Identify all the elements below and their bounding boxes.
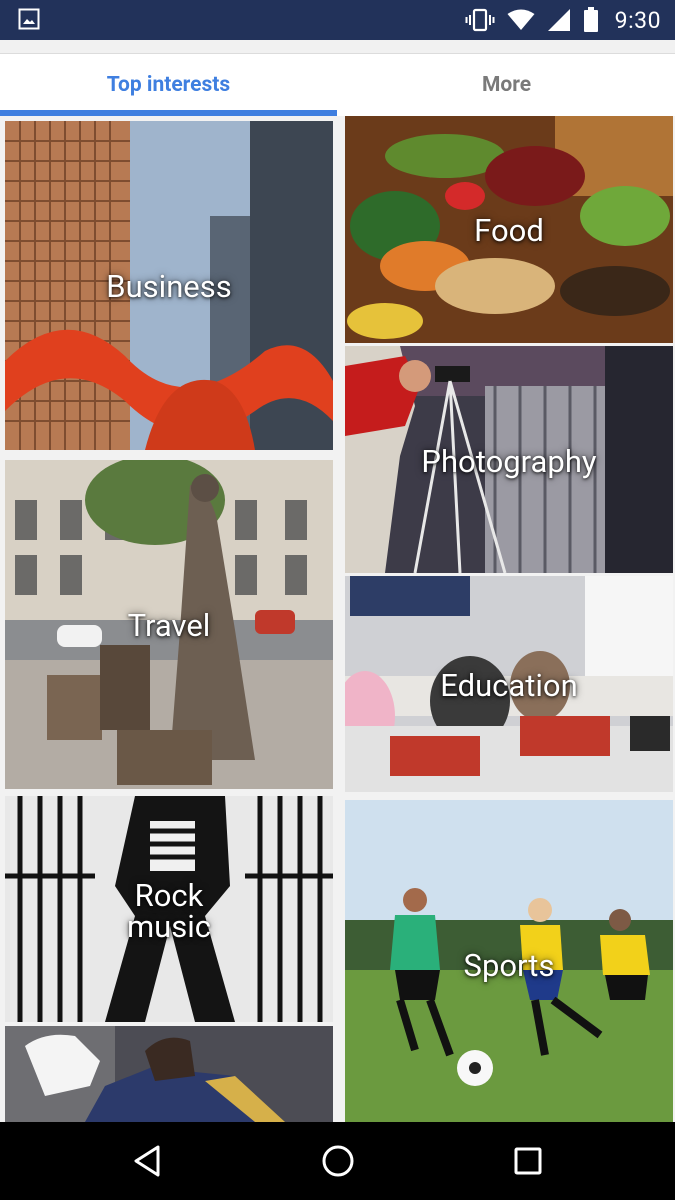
wifi-icon (507, 9, 535, 30)
tile-label: Food (474, 212, 544, 249)
image-notification-icon (18, 8, 40, 30)
next-tile-image (5, 1026, 333, 1122)
tile-label: Rock music (126, 877, 212, 945)
tile-label: Photography (421, 443, 597, 480)
status-bar: 9:30 (0, 0, 675, 40)
tab-bar: Top interests More (0, 54, 675, 116)
interests-grid: Business Travel Rock music Food Photogra… (0, 116, 675, 1122)
back-icon[interactable] (128, 1141, 168, 1181)
app-bar-strip (0, 40, 675, 54)
home-icon[interactable] (318, 1141, 358, 1181)
tile-label: Travel (127, 607, 211, 644)
clock: 9:30 (614, 6, 661, 34)
tile-sports[interactable]: Sports (345, 800, 673, 1122)
tile-business[interactable]: Business (5, 121, 333, 450)
battery-icon (583, 7, 598, 32)
tile-rock-music[interactable]: Rock music (5, 796, 333, 1022)
tile-education[interactable]: Education (345, 576, 673, 792)
navigation-bar (0, 1122, 675, 1200)
tile-label: Education (440, 667, 578, 704)
recents-icon[interactable] (508, 1141, 548, 1181)
tile-next[interactable] (5, 1026, 333, 1122)
tile-label: Sports (463, 947, 555, 984)
tile-food[interactable]: Food (345, 116, 673, 343)
tab-top-interests[interactable]: Top interests (0, 54, 337, 116)
tile-label: Business (106, 268, 232, 305)
tab-more[interactable]: More (338, 54, 675, 116)
signal-icon (547, 9, 570, 31)
tile-travel[interactable]: Travel (5, 460, 333, 789)
vibrate-icon (465, 8, 495, 32)
tile-photography[interactable]: Photography (345, 346, 673, 573)
